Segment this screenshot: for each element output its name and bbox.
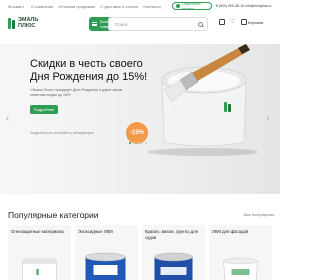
top-nav: О компании Оптовым продажам О доставке и… <box>31 4 161 9</box>
slider-pagination <box>129 142 147 144</box>
paint-can-blue-image <box>154 252 193 280</box>
phone-icon <box>176 4 180 8</box>
category-card-marine[interactable]: Краски, эмали, грунты для судов <box>142 225 205 280</box>
pager-dot[interactable] <box>133 142 135 144</box>
pager-dot[interactable] <box>141 142 143 144</box>
contact-info: 8 (800) 600-38-16 info@emaplus.ru <box>216 4 272 8</box>
top-nav-delivery[interactable]: О доставке и оплате <box>100 4 138 9</box>
pager-dot[interactable] <box>145 142 147 144</box>
chevron-right-icon[interactable]: › <box>266 114 276 124</box>
search-input[interactable]: Поиск <box>108 17 208 31</box>
cart-icon <box>241 19 247 25</box>
category-card-facade[interactable]: ЛКМ для фасадов <box>209 225 272 280</box>
header: ЭМАЛЬ ПЛЮС Каталог товаров Поиск ♡ Корзи… <box>0 13 280 35</box>
city-selector[interactable]: Москва ▾ <box>8 4 24 9</box>
section-title: Популярные категории <box>8 210 99 220</box>
city-label: Москва <box>8 4 22 9</box>
pager-dot[interactable] <box>137 142 139 144</box>
discount-badge: -15% <box>126 122 148 144</box>
header-icons: ♡ Корзина <box>219 19 263 25</box>
hero-more-button[interactable]: Подробнее <box>30 105 58 114</box>
paint-bucket-image <box>223 257 258 280</box>
top-nav-contacts[interactable]: Контакты <box>143 4 160 9</box>
pager-dot[interactable] <box>129 142 131 144</box>
category-label: ЛКМ для фасадов <box>212 229 249 234</box>
logo-line-2: ПЛЮС <box>18 22 36 29</box>
hero-title: Скидки в честь своего Дня Рождения до 15… <box>30 58 148 83</box>
chevron-left-icon[interactable]: ‹ <box>6 114 16 124</box>
category-label: Эпоксидные ЛКМ <box>78 229 113 234</box>
all-categories-link[interactable]: Все популярные <box>244 212 275 217</box>
hero-note: *подробности уточняйте у менеджеров <box>30 131 94 135</box>
logo[interactable]: ЭМАЛЬ ПЛЮС <box>8 17 38 29</box>
menu-icon <box>92 21 97 27</box>
category-list: Огнезащитные материалы Эпоксидные ЛКМ Кр… <box>8 225 272 280</box>
hero-subtitle: «Эмаль Плюс» празднует День Рождения и д… <box>30 88 123 97</box>
search-icon[interactable] <box>198 22 203 27</box>
category-card-epoxy[interactable]: Эпоксидные ЛКМ <box>75 225 138 280</box>
callback-button[interactable]: Обратный звонок <box>172 1 212 11</box>
heart-icon[interactable]: ♡ <box>230 19 236 25</box>
paint-can-blue-image <box>85 252 126 280</box>
callback-label: Обратный звонок <box>181 1 201 11</box>
chevron-down-icon: ▾ <box>22 4 25 9</box>
paint-bucket-image <box>22 258 57 280</box>
can-shadow <box>148 148 258 156</box>
top-nav-wholesale[interactable]: Оптовым продажам <box>58 4 95 9</box>
category-label: Краски, эмали, грунты для судов <box>145 229 198 240</box>
cart-label: Корзина <box>248 19 264 25</box>
category-label: Огнезащитные материалы <box>11 229 65 234</box>
category-card-fireproof[interactable]: Огнезащитные материалы <box>8 225 71 280</box>
compare-icon[interactable] <box>219 19 225 25</box>
top-nav-about[interactable]: О компании <box>31 4 53 9</box>
paint-can-image <box>161 44 250 147</box>
search-placeholder: Поиск <box>115 21 128 27</box>
cart-button[interactable]: Корзина <box>241 19 263 25</box>
logo-mark-icon <box>8 18 16 29</box>
